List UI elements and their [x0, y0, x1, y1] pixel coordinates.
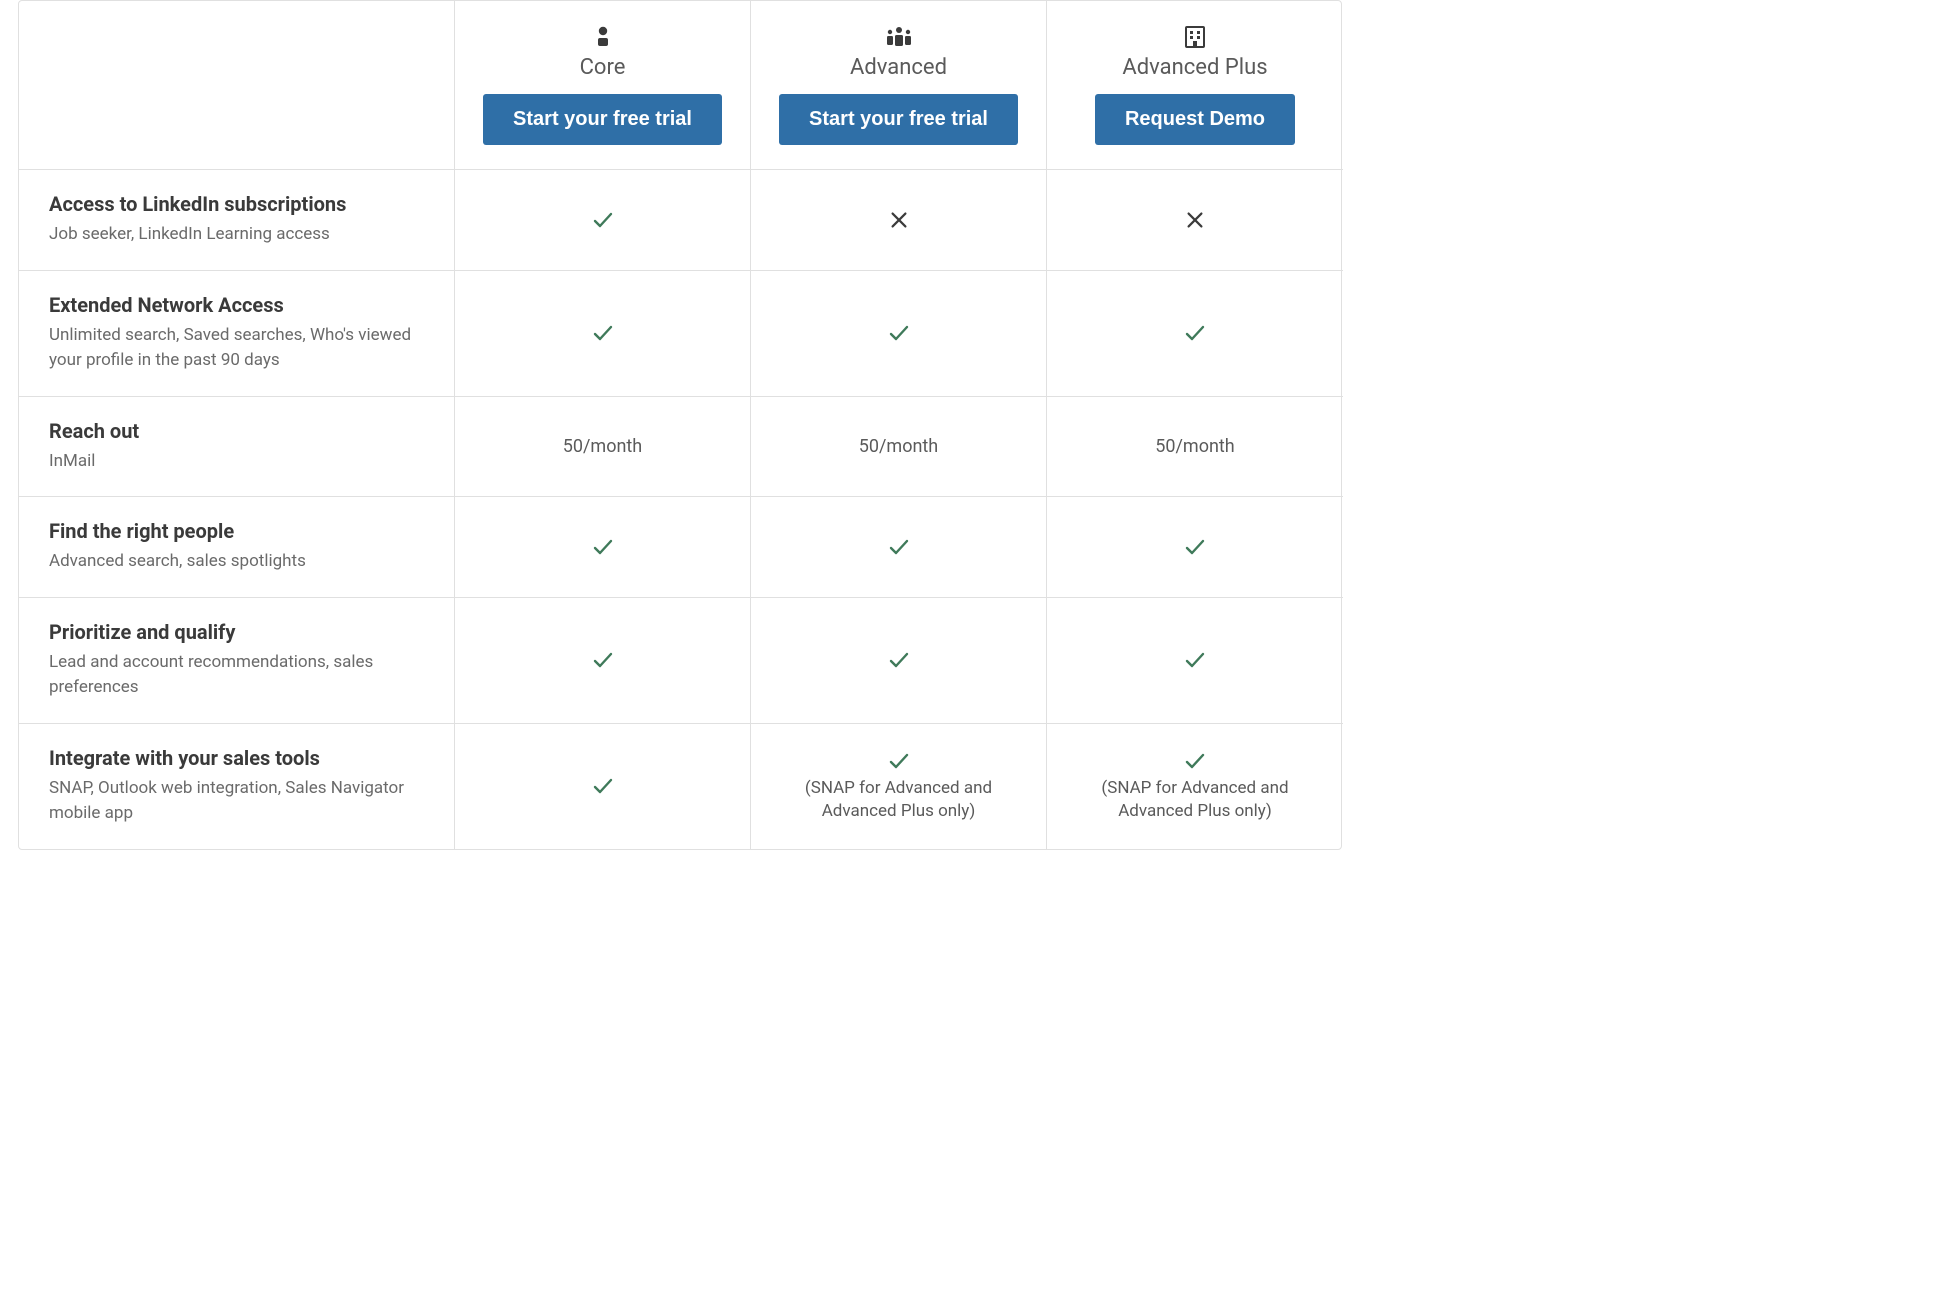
x-icon	[888, 209, 910, 231]
request-demo-button[interactable]: Request Demo	[1095, 94, 1295, 145]
feature-value-cell	[751, 598, 1047, 724]
feature-subtitle: SNAP, Outlook web integration, Sales Nav…	[49, 776, 424, 827]
feature-subtitle: InMail	[49, 449, 424, 475]
plan-header-advanced: Advanced Start your free trial	[751, 1, 1047, 170]
plan-name: Advanced	[850, 55, 947, 80]
people-icon	[882, 25, 916, 49]
feature-value-text: 50/month	[859, 436, 938, 457]
feature-subtitle: Advanced search, sales spotlights	[49, 549, 424, 575]
check-icon	[887, 535, 911, 559]
feature-label-cell: Integrate with your sales tools SNAP, Out…	[19, 724, 455, 849]
feature-subtitle: Job seeker, LinkedIn Learning access	[49, 222, 424, 248]
feature-value-cell	[455, 497, 751, 598]
feature-label-cell: Extended Network Access Unlimited search,…	[19, 271, 455, 397]
plan-name: Advanced Plus	[1122, 55, 1267, 80]
feature-title: Access to LinkedIn subscriptions	[49, 192, 424, 216]
feature-value-cell	[455, 170, 751, 271]
start-trial-button-advanced[interactable]: Start your free trial	[779, 94, 1018, 145]
building-icon	[1184, 25, 1206, 49]
check-icon	[887, 648, 911, 672]
feature-value-cell: 50/month	[1047, 397, 1343, 498]
plan-header-advanced-plus: Advanced Plus Request Demo	[1047, 1, 1343, 170]
feature-title: Prioritize and qualify	[49, 620, 424, 644]
feature-value-cell	[455, 271, 751, 397]
feature-title: Integrate with your sales tools	[49, 746, 424, 770]
feature-value-cell	[1047, 497, 1343, 598]
pricing-comparison-table: Core Start your free trial Advanced Star…	[18, 0, 1342, 850]
feature-value-cell	[751, 497, 1047, 598]
start-trial-button-core[interactable]: Start your free trial	[483, 94, 722, 145]
plan-name: Core	[580, 55, 626, 80]
plan-header-core: Core Start your free trial	[455, 1, 751, 170]
person-icon	[593, 25, 613, 49]
feature-subtitle: Unlimited search, Saved searches, Who's …	[49, 323, 424, 374]
feature-value-cell: (SNAP for Advanced and Advanced Plus onl…	[751, 724, 1047, 849]
feature-value-cell	[1047, 271, 1343, 397]
feature-title: Extended Network Access	[49, 293, 424, 317]
feature-label-cell: Find the right people Advanced search, sa…	[19, 497, 455, 598]
feature-value-cell	[751, 170, 1047, 271]
check-icon	[887, 749, 911, 773]
feature-value-text: 50/month	[1155, 436, 1234, 457]
feature-value-cell	[455, 598, 751, 724]
header-spacer	[19, 1, 455, 170]
feature-title: Find the right people	[49, 519, 424, 543]
feature-value-cell: (SNAP for Advanced and Advanced Plus onl…	[1047, 724, 1343, 849]
feature-value-cell: 50/month	[455, 397, 751, 498]
check-icon	[887, 321, 911, 345]
check-icon	[591, 535, 615, 559]
feature-label-cell: Prioritize and qualify Lead and account r…	[19, 598, 455, 724]
check-icon	[591, 774, 615, 798]
feature-value-cell	[455, 724, 751, 849]
feature-value-cell: 50/month	[751, 397, 1047, 498]
feature-value-note: (SNAP for Advanced and Advanced Plus onl…	[781, 777, 1016, 823]
check-icon	[1183, 321, 1207, 345]
check-icon	[591, 208, 615, 232]
feature-value-cell	[751, 271, 1047, 397]
x-icon	[1184, 209, 1206, 231]
feature-label-cell: Reach out InMail	[19, 397, 455, 498]
feature-value-cell	[1047, 170, 1343, 271]
feature-value-text: 50/month	[563, 436, 642, 457]
feature-label-cell: Access to LinkedIn subscriptions Job seek…	[19, 170, 455, 271]
feature-value-cell	[1047, 598, 1343, 724]
check-icon	[591, 321, 615, 345]
feature-value-note: (SNAP for Advanced and Advanced Plus onl…	[1077, 777, 1313, 823]
check-icon	[1183, 535, 1207, 559]
feature-subtitle: Lead and account recommendations, sales …	[49, 650, 424, 701]
check-icon	[1183, 749, 1207, 773]
feature-title: Reach out	[49, 419, 424, 443]
check-icon	[591, 648, 615, 672]
check-icon	[1183, 648, 1207, 672]
